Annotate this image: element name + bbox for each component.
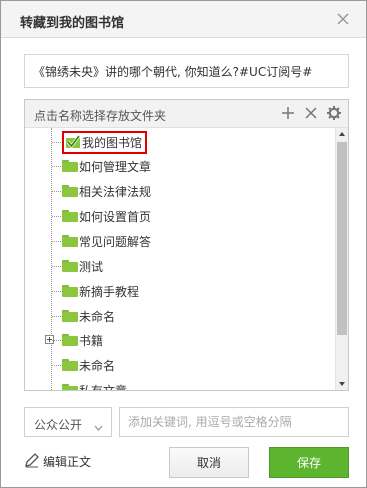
folder-icon: [62, 260, 78, 272]
folder-icon: [62, 310, 78, 322]
dialog-title: 转藏到我的图书馆: [20, 16, 125, 31]
folder-item[interactable]: 常见问题解答: [52, 230, 151, 252]
scroll-thumb[interactable]: [337, 142, 347, 335]
folder-label: 如何管理文章: [79, 159, 152, 174]
save-button[interactable]: 保存: [269, 447, 349, 478]
checkmark-icon: [66, 135, 80, 149]
folder-icon: [62, 185, 78, 197]
folder-label: 未命名: [79, 309, 116, 324]
cancel-button[interactable]: 取消: [169, 447, 249, 478]
selected-folder-highlight: 我的图书馆: [62, 130, 148, 154]
folder-panel: 点击名称选择存放文件夹 我的图书馆 如何管理文章 相关法律法规 如何设置首页 常…: [24, 99, 349, 391]
gear-icon[interactable]: [326, 105, 342, 121]
folder-label: 常见问题解答: [79, 234, 152, 249]
folder-icon: [62, 160, 78, 172]
privacy-select[interactable]: 公众公开: [24, 407, 112, 437]
folder-label: 私有文章: [79, 382, 127, 391]
edit-body-link[interactable]: 编辑正文: [24, 452, 92, 471]
folder-icon: [62, 210, 78, 222]
save-to-library-dialog: 转藏到我的图书馆 《锦绣未央》讲的哪个朝代, 你知道么?#UC订阅号# 点击名称…: [0, 0, 367, 488]
scroll-down-arrow-icon[interactable]: [336, 377, 348, 390]
folder-label: 书籍: [79, 333, 104, 348]
folder-item[interactable]: 测试: [52, 255, 103, 277]
folder-item[interactable]: 新摘手教程: [52, 280, 139, 302]
pencil-icon: [24, 452, 40, 471]
folder-item-my-library[interactable]: 我的图书馆: [52, 130, 148, 154]
dialog-titlebar: 转藏到我的图书馆: [1, 1, 366, 38]
keywords-input[interactable]: [119, 407, 349, 437]
folder-item[interactable]: 私有文章: [52, 379, 127, 390]
folder-icon: [62, 359, 78, 371]
folder-item[interactable]: 未命名: [52, 305, 115, 327]
folder-panel-header: 点击名称选择存放文件夹: [25, 100, 348, 128]
folder-icon: [62, 334, 78, 346]
article-title-field[interactable]: 《锦绣未央》讲的哪个朝代, 你知道么?#UC订阅号#: [24, 54, 349, 88]
folder-item-books[interactable]: 书籍: [52, 329, 103, 351]
folder-tree-scrollbar[interactable]: [335, 128, 348, 390]
folder-label: 相关法律法规: [79, 184, 152, 199]
plus-icon[interactable]: [280, 105, 296, 121]
edit-body-label: 编辑正文: [43, 454, 92, 469]
privacy-select-value: 公众公开: [34, 418, 83, 432]
folder-panel-hint: 点击名称选择存放文件夹: [34, 109, 167, 123]
folder-label: 测试: [79, 259, 104, 274]
close-icon[interactable]: [303, 105, 319, 121]
chevron-down-icon: [94, 420, 103, 434]
folder-item[interactable]: 相关法律法规: [52, 180, 151, 202]
folder-icon: [62, 235, 78, 247]
folder-icon: [62, 384, 78, 390]
folder-tree: 我的图书馆 如何管理文章 相关法律法规 如何设置首页 常见问题解答 测试 新摘手…: [25, 128, 335, 390]
scroll-up-arrow-icon[interactable]: [336, 128, 348, 141]
folder-label: 新摘手教程: [79, 284, 140, 299]
folder-icon: [62, 285, 78, 297]
close-icon[interactable]: [334, 10, 352, 28]
folder-item[interactable]: 如何设置首页: [52, 205, 151, 227]
folder-label: 我的图书馆: [82, 135, 143, 150]
folder-label: 如何设置首页: [79, 209, 152, 224]
folder-item[interactable]: 未命名: [52, 354, 115, 376]
folder-label: 未命名: [79, 358, 116, 373]
folder-item[interactable]: 如何管理文章: [52, 155, 151, 177]
